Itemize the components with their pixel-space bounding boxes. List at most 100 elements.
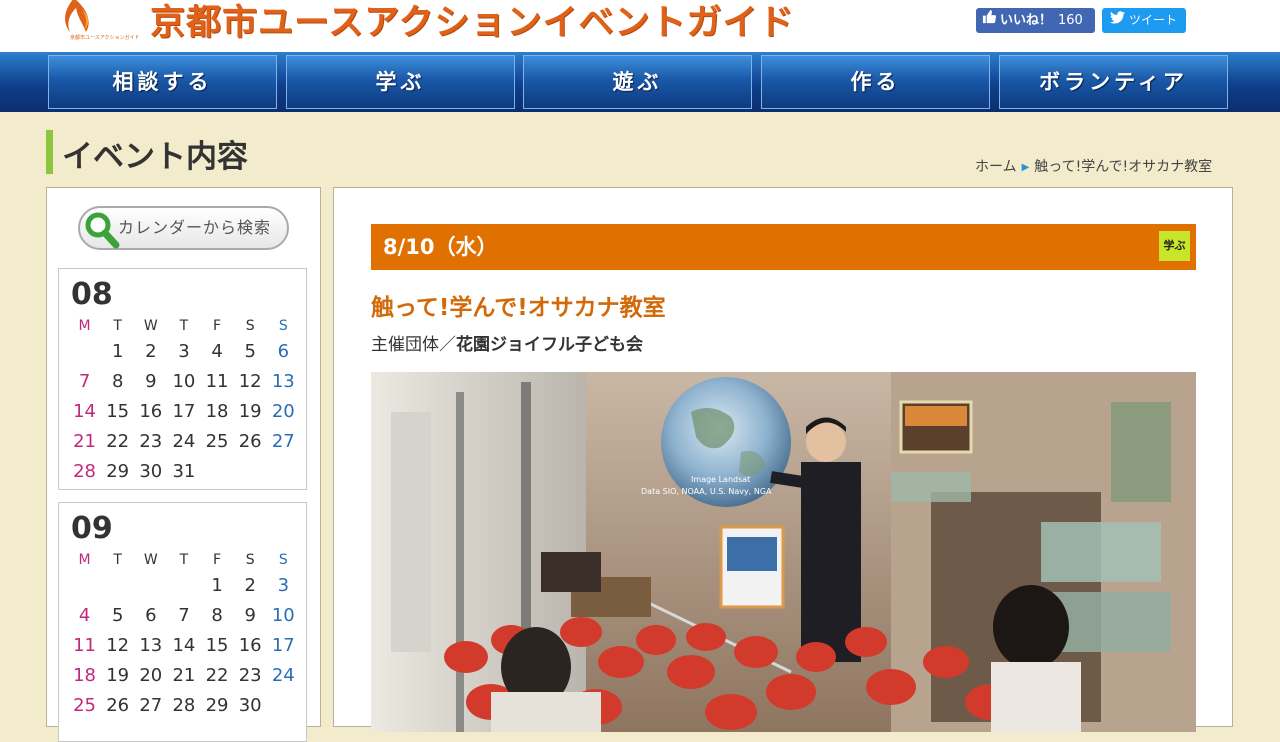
nav-item-learn[interactable]: 学ぶ: [286, 55, 515, 109]
calendar-day[interactable]: 22: [101, 427, 134, 457]
calendar-day[interactable]: 3: [267, 571, 300, 601]
calendar-day[interactable]: 30: [134, 457, 167, 487]
tweet-button[interactable]: ツイート: [1102, 8, 1186, 33]
calendar-day[interactable]: 16: [234, 631, 267, 661]
calendar-day: [267, 457, 300, 487]
calendar-weekday-header: W: [143, 552, 158, 568]
calendar-weekday-header: F: [213, 552, 222, 568]
calendar-day[interactable]: 29: [201, 691, 234, 721]
nav-item-consult[interactable]: 相談する: [48, 55, 277, 109]
calendar-day[interactable]: 23: [234, 661, 267, 691]
calendar-day[interactable]: 21: [167, 661, 200, 691]
calendar-day: [267, 691, 300, 721]
calendar-week-row: 4 5 6 7 8 9 10: [68, 601, 300, 631]
calendar-day[interactable]: 22: [201, 661, 234, 691]
calendar-day[interactable]: 29: [101, 457, 134, 487]
event-date-bar: 8/10（水） 学ぶ: [371, 224, 1196, 270]
calendar-day[interactable]: 13: [267, 367, 300, 397]
calendar-day[interactable]: 10: [167, 367, 200, 397]
calendar-day[interactable]: 24: [167, 427, 200, 457]
calendar-day[interactable]: 2: [234, 571, 267, 601]
calendar-day[interactable]: 28: [68, 457, 101, 487]
calendar-day[interactable]: 1: [101, 337, 134, 367]
event-title: 触って!学んで!オサカナ教室: [371, 295, 666, 321]
calendar-day[interactable]: 27: [267, 427, 300, 457]
calendar-day[interactable]: 17: [167, 397, 200, 427]
calendar-day[interactable]: 25: [68, 691, 101, 721]
calendar-day[interactable]: 25: [201, 427, 234, 457]
calendar-day[interactable]: 3: [167, 337, 200, 367]
calendar-weekday-row: MTWTFSS: [68, 549, 300, 571]
nav-item-play[interactable]: 遊ぶ: [523, 55, 752, 109]
calendar-weekday-header: M: [78, 318, 91, 334]
calendar-day[interactable]: 6: [267, 337, 300, 367]
calendar-day[interactable]: 19: [101, 661, 134, 691]
calendar-weekday-header: S: [278, 552, 288, 568]
calendar-week-row: 123456: [68, 337, 300, 367]
calendar-day[interactable]: 5: [101, 601, 134, 631]
calendar-day[interactable]: 19: [234, 397, 267, 427]
calendar-day[interactable]: 12: [234, 367, 267, 397]
calendar-day[interactable]: 18: [201, 397, 234, 427]
calendar-day[interactable]: 16: [134, 397, 167, 427]
calendar-day[interactable]: 5: [234, 337, 267, 367]
calendar-day[interactable]: 30: [234, 691, 267, 721]
calendar-search-button[interactable]: カレンダーから検索: [78, 206, 289, 250]
calendar-day[interactable]: 24: [267, 661, 300, 691]
event-detail: 8/10（水） 学ぶ 触って!学んで!オサカナ教室 主催団体／花園ジョイフル子ど…: [333, 187, 1233, 732]
calendar-week-row: 7 8 9 10 11 12 13: [68, 367, 300, 397]
facebook-like-button[interactable]: いいね！ 160: [976, 8, 1095, 33]
calendar-day[interactable]: 23: [134, 427, 167, 457]
calendar-day[interactable]: 8: [201, 601, 234, 631]
calendar-day[interactable]: 7: [68, 367, 101, 397]
event-photo: Image Landsat Data SIO, NOAA, U.S. Navy,…: [371, 372, 1196, 732]
nav-item-volunteer[interactable]: ボランティア: [999, 55, 1228, 109]
calendar-day[interactable]: 26: [234, 427, 267, 457]
calendar-day[interactable]: 4: [68, 601, 101, 631]
nav-item-make[interactable]: 作る: [761, 55, 990, 109]
calendar-day[interactable]: 31: [167, 457, 200, 487]
facebook-like-count: 160: [1058, 13, 1083, 28]
calendar-day[interactable]: 27: [134, 691, 167, 721]
calendar-day[interactable]: 14: [167, 631, 200, 661]
calendar-day[interactable]: 10: [267, 601, 300, 631]
calendar-day[interactable]: 11: [68, 631, 101, 661]
calendar-day[interactable]: 26: [101, 691, 134, 721]
calendar-day[interactable]: 4: [201, 337, 234, 367]
calendar-day[interactable]: 20: [134, 661, 167, 691]
calendar-weekday-header: W: [143, 318, 158, 334]
breadcrumb-home-link[interactable]: ホーム: [975, 159, 1017, 175]
calendar-day[interactable]: 6: [134, 601, 167, 631]
calendar-day[interactable]: 11: [201, 367, 234, 397]
calendar-day[interactable]: 28: [167, 691, 200, 721]
calendar-day[interactable]: 7: [167, 601, 200, 631]
calendar-grid: M T W T F S S 1 2 3 4 5 6 7 8 9 10 11 12 13 14 15 16 17 18 19 20 21…: [68, 315, 300, 487]
calendar-day: [68, 571, 101, 601]
calendar-weekday-header: T: [113, 552, 122, 568]
calendar-grid: M T W T F S S 1 2 3 4 5 6 7 8 9 10 11 12 13 14 15 16 17 18 19 20 21…: [68, 549, 300, 721]
calendar-weekday-row: MTWTFSS: [68, 315, 300, 337]
calendar-day[interactable]: 21: [68, 427, 101, 457]
page-title: イベント内容: [62, 139, 248, 175]
category-badge[interactable]: 学ぶ: [1159, 231, 1190, 261]
calendar-august: 08 M T W T F S S 1 2 3 4 5 6 7 8 9 10 11 12 13 14 15 16 17 18 19 2…: [58, 268, 307, 490]
calendar-day[interactable]: 8: [101, 367, 134, 397]
organizer-prefix: 主催団体／: [371, 335, 456, 355]
calendar-day[interactable]: 15: [201, 631, 234, 661]
calendar-day[interactable]: 18: [68, 661, 101, 691]
facebook-like-label: いいね！: [1000, 13, 1053, 28]
calendar-day[interactable]: 17: [267, 631, 300, 661]
calendar-day[interactable]: 2: [134, 337, 167, 367]
calendar-day[interactable]: 9: [234, 601, 267, 631]
calendar-day[interactable]: 12: [101, 631, 134, 661]
calendar-day[interactable]: 13: [134, 631, 167, 661]
calendar-week-row: 18 19 20 21 22 23 24: [68, 661, 300, 691]
calendar-day[interactable]: 14: [68, 397, 101, 427]
site-title[interactable]: 京都市ユースアクションイベントガイド: [150, 0, 795, 45]
calendar-day[interactable]: 9: [134, 367, 167, 397]
calendar-day[interactable]: 20: [267, 397, 300, 427]
event-organizer: 主催団体／花園ジョイフル子ども会: [371, 330, 643, 355]
calendar-day[interactable]: 15: [101, 397, 134, 427]
calendar-day[interactable]: 1: [201, 571, 234, 601]
calendar-week-row: 25 26 27 28 29 30: [68, 691, 300, 721]
